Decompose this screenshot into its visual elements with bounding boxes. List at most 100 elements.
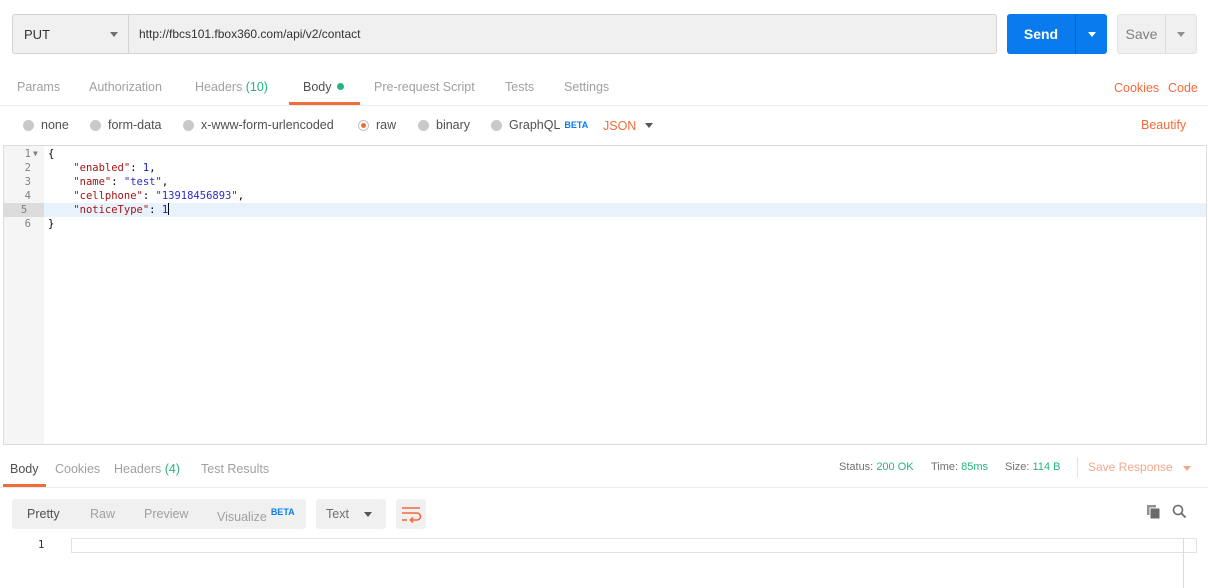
- text-cursor: [168, 203, 170, 215]
- radio-selected-icon: [358, 119, 369, 131]
- editor-line: 2 "enabled": 1,: [4, 161, 1206, 175]
- save-options-dropdown[interactable]: [1165, 14, 1197, 54]
- view-raw[interactable]: Raw: [90, 507, 115, 521]
- editor-line: 4 "cellphone": "13918456893",: [4, 189, 1206, 203]
- send-button[interactable]: Send: [1007, 14, 1075, 54]
- code-key: "enabled": [73, 162, 131, 174]
- line-number: 2: [24, 162, 31, 174]
- radio-form-data-label: form-data: [108, 118, 162, 132]
- body-indicator-dot: [336, 83, 344, 90]
- tab-body[interactable]: Body: [303, 80, 344, 94]
- resp-tab-headers-label: Headers: [114, 462, 162, 476]
- tab-authorization[interactable]: Authorization: [89, 80, 162, 94]
- editor-line: 1 ▼ {: [4, 147, 1206, 161]
- radio-raw[interactable]: raw: [358, 118, 396, 132]
- url-value: http://fbcs101.fbox360.com/api/v2/contac…: [139, 27, 361, 41]
- code-key: "cellphone": [73, 190, 143, 202]
- radio-binary-label: binary: [436, 118, 471, 132]
- line-number: 1: [24, 148, 31, 160]
- view-preview[interactable]: Preview: [144, 507, 188, 521]
- line-number: 1: [38, 539, 45, 551]
- tab-body-label: Body: [303, 80, 332, 94]
- size-info: Size: 114 B: [1005, 461, 1060, 473]
- chevron-down-icon: [110, 32, 118, 37]
- view-pretty[interactable]: Pretty: [27, 507, 60, 521]
- resp-tab-body[interactable]: Body: [10, 462, 39, 476]
- cookies-link[interactable]: Cookies: [1114, 81, 1159, 95]
- radio-graphql[interactable]: GraphQL BETA: [491, 118, 588, 132]
- code-value: 1: [142, 162, 150, 174]
- code-value: "test": [123, 176, 162, 188]
- status-value: 200 OK: [876, 461, 914, 473]
- request-bar: PUT http://fbcs101.fbox360.com/api/v2/co…: [12, 14, 1197, 54]
- tab-headers-label: Headers: [195, 80, 243, 94]
- request-tabs: Params Authorization Headers (10) Body P…: [0, 70, 1208, 106]
- resp-tab-cookies[interactable]: Cookies: [55, 462, 100, 476]
- response-editor[interactable]: 1: [0, 538, 1208, 588]
- wrap-lines-button[interactable]: [396, 499, 426, 529]
- radio-circle-icon: [183, 119, 194, 131]
- radio-urlencoded[interactable]: x-www-form-urlencoded: [183, 118, 334, 132]
- tab-prerequest-script[interactable]: Pre-request Script: [374, 80, 475, 94]
- resp-headers-count: (4): [164, 462, 181, 476]
- tab-tests[interactable]: Tests: [505, 80, 534, 94]
- send-options-dropdown[interactable]: [1075, 14, 1107, 54]
- radio-none[interactable]: none: [23, 118, 69, 132]
- url-input[interactable]: http://fbcs101.fbox360.com/api/v2/contac…: [128, 14, 997, 54]
- save-response-button[interactable]: Save Response: [1088, 460, 1173, 474]
- response-view-options: Pretty Raw Preview Visualize BETA: [12, 499, 306, 529]
- code-link[interactable]: Code: [1168, 81, 1198, 95]
- code-key: "noticeType": [73, 204, 150, 216]
- radio-form-data[interactable]: form-data: [90, 118, 162, 132]
- radio-circle-icon: [90, 119, 101, 131]
- time-value: 85ms: [961, 461, 989, 473]
- radio-urlencoded-label: x-www-form-urlencoded: [201, 118, 334, 132]
- active-tab-indicator: [289, 102, 360, 105]
- time-info: Time: 85ms: [931, 461, 988, 473]
- radio-circle-icon: [418, 119, 429, 131]
- line-number: 4: [24, 190, 31, 202]
- radio-raw-label: raw: [376, 118, 397, 132]
- radio-none-label: none: [41, 118, 69, 132]
- tab-params[interactable]: Params: [17, 80, 60, 94]
- chevron-down-icon[interactable]: [645, 123, 653, 128]
- method-select[interactable]: PUT: [12, 14, 128, 54]
- line-number: 5: [4, 203, 44, 217]
- code-token: }: [48, 218, 55, 230]
- response-format-select[interactable]: Text: [316, 499, 386, 529]
- headers-count: (10): [245, 80, 268, 94]
- beta-badge: BETA: [270, 507, 295, 517]
- tab-settings[interactable]: Settings: [564, 80, 609, 94]
- view-visualize[interactable]: Visualize BETA: [217, 507, 295, 524]
- view-visualize-label: Visualize: [217, 510, 267, 524]
- chevron-down-icon[interactable]: [1183, 466, 1191, 471]
- editor-line-active: 5 "noticeType": 1: [4, 203, 1206, 217]
- format-select[interactable]: JSON: [603, 119, 636, 133]
- size-label: Size:: [1005, 461, 1030, 473]
- beautify-link[interactable]: Beautify: [1141, 118, 1186, 132]
- line-number: 3: [24, 176, 31, 188]
- radio-circle-icon: [491, 119, 502, 131]
- resp-tab-test-results[interactable]: Test Results: [201, 462, 269, 476]
- method-value: PUT: [24, 26, 50, 42]
- status-label: Status:: [839, 461, 874, 473]
- code-key: "name": [73, 176, 112, 188]
- radio-graphql-label: GraphQL: [509, 118, 561, 132]
- save-button[interactable]: Save: [1117, 14, 1165, 54]
- response-tabs: Body Cookies Headers (4) Test Results St…: [0, 455, 1208, 488]
- body-editor[interactable]: 1 ▼ { 2 "enabled": 1, 3 "name": "test", …: [3, 145, 1207, 445]
- radio-binary[interactable]: binary: [418, 118, 470, 132]
- tab-headers[interactable]: Headers (10): [195, 80, 268, 94]
- beta-badge: BETA: [564, 120, 589, 130]
- search-icon[interactable]: [1172, 504, 1187, 519]
- chevron-down-icon: [364, 512, 372, 517]
- code-value: "13918456893": [155, 190, 238, 202]
- editor-line: 6 }: [4, 217, 1206, 231]
- fold-arrow-icon[interactable]: ▼: [33, 147, 38, 161]
- divider: [1077, 457, 1078, 477]
- copy-icon[interactable]: [1147, 505, 1161, 520]
- resp-tab-headers[interactable]: Headers (4): [114, 462, 180, 476]
- body-type-selector: none form-data x-www-form-urlencoded raw…: [0, 107, 1208, 145]
- time-label: Time:: [931, 461, 959, 473]
- scrollbar[interactable]: [1183, 538, 1184, 588]
